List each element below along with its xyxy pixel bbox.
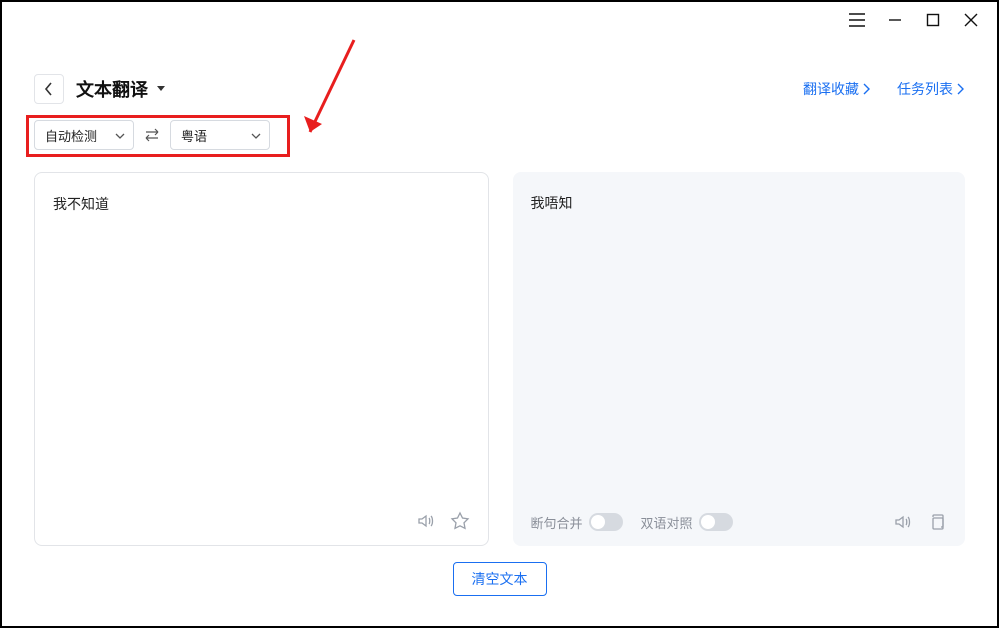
header-bar: 文本翻译 翻译收藏 任务列表 [34, 74, 965, 104]
target-language-label: 粤语 [181, 126, 207, 145]
speaker-icon[interactable] [414, 509, 438, 533]
page-title-dropdown[interactable]: 文本翻译 [76, 76, 166, 102]
clear-text-label: 清空文本 [472, 569, 528, 589]
bilingual-toggle[interactable] [699, 513, 733, 531]
speaker-icon[interactable] [891, 510, 915, 534]
bilingual-label: 双语对照 [641, 513, 693, 532]
swap-languages-button[interactable] [138, 121, 166, 149]
favorites-link[interactable]: 翻译收藏 [803, 79, 871, 99]
source-language-label: 自动检测 [45, 126, 97, 145]
target-language-select[interactable]: 粤语 [170, 120, 270, 150]
maximize-button[interactable] [923, 10, 943, 30]
minimize-button[interactable] [885, 10, 905, 30]
target-pane: 我唔知 断句合并 双语对照 [513, 172, 966, 546]
segment-merge-label: 断句合并 [531, 513, 583, 532]
clear-text-button[interactable]: 清空文本 [453, 562, 547, 596]
page-title: 文本翻译 [76, 76, 148, 102]
source-text-area[interactable]: 我不知道 [35, 173, 488, 497]
target-text-area: 我唔知 [513, 172, 966, 498]
translation-panes: 我不知道 我唔知 断句合并 双语对照 [34, 172, 965, 546]
star-icon[interactable] [448, 509, 472, 533]
target-pane-footer: 断句合并 双语对照 [513, 498, 966, 546]
window-controls [847, 10, 981, 30]
back-button[interactable] [34, 74, 64, 104]
source-pane: 我不知道 [34, 172, 489, 546]
caret-down-icon [156, 80, 166, 98]
tasks-link-label: 任务列表 [897, 79, 953, 99]
tasks-link[interactable]: 任务列表 [897, 79, 965, 99]
favorites-link-label: 翻译收藏 [803, 79, 859, 99]
segment-merge-toggle[interactable] [589, 513, 623, 531]
language-selector-row: 自动检测 粤语 [34, 120, 270, 150]
copy-icon[interactable] [925, 510, 949, 534]
chevron-down-icon [251, 128, 261, 143]
source-language-select[interactable]: 自动检测 [34, 120, 134, 150]
chevron-down-icon [115, 128, 125, 143]
close-button[interactable] [961, 10, 981, 30]
source-pane-footer [35, 497, 488, 545]
menu-icon[interactable] [847, 10, 867, 30]
